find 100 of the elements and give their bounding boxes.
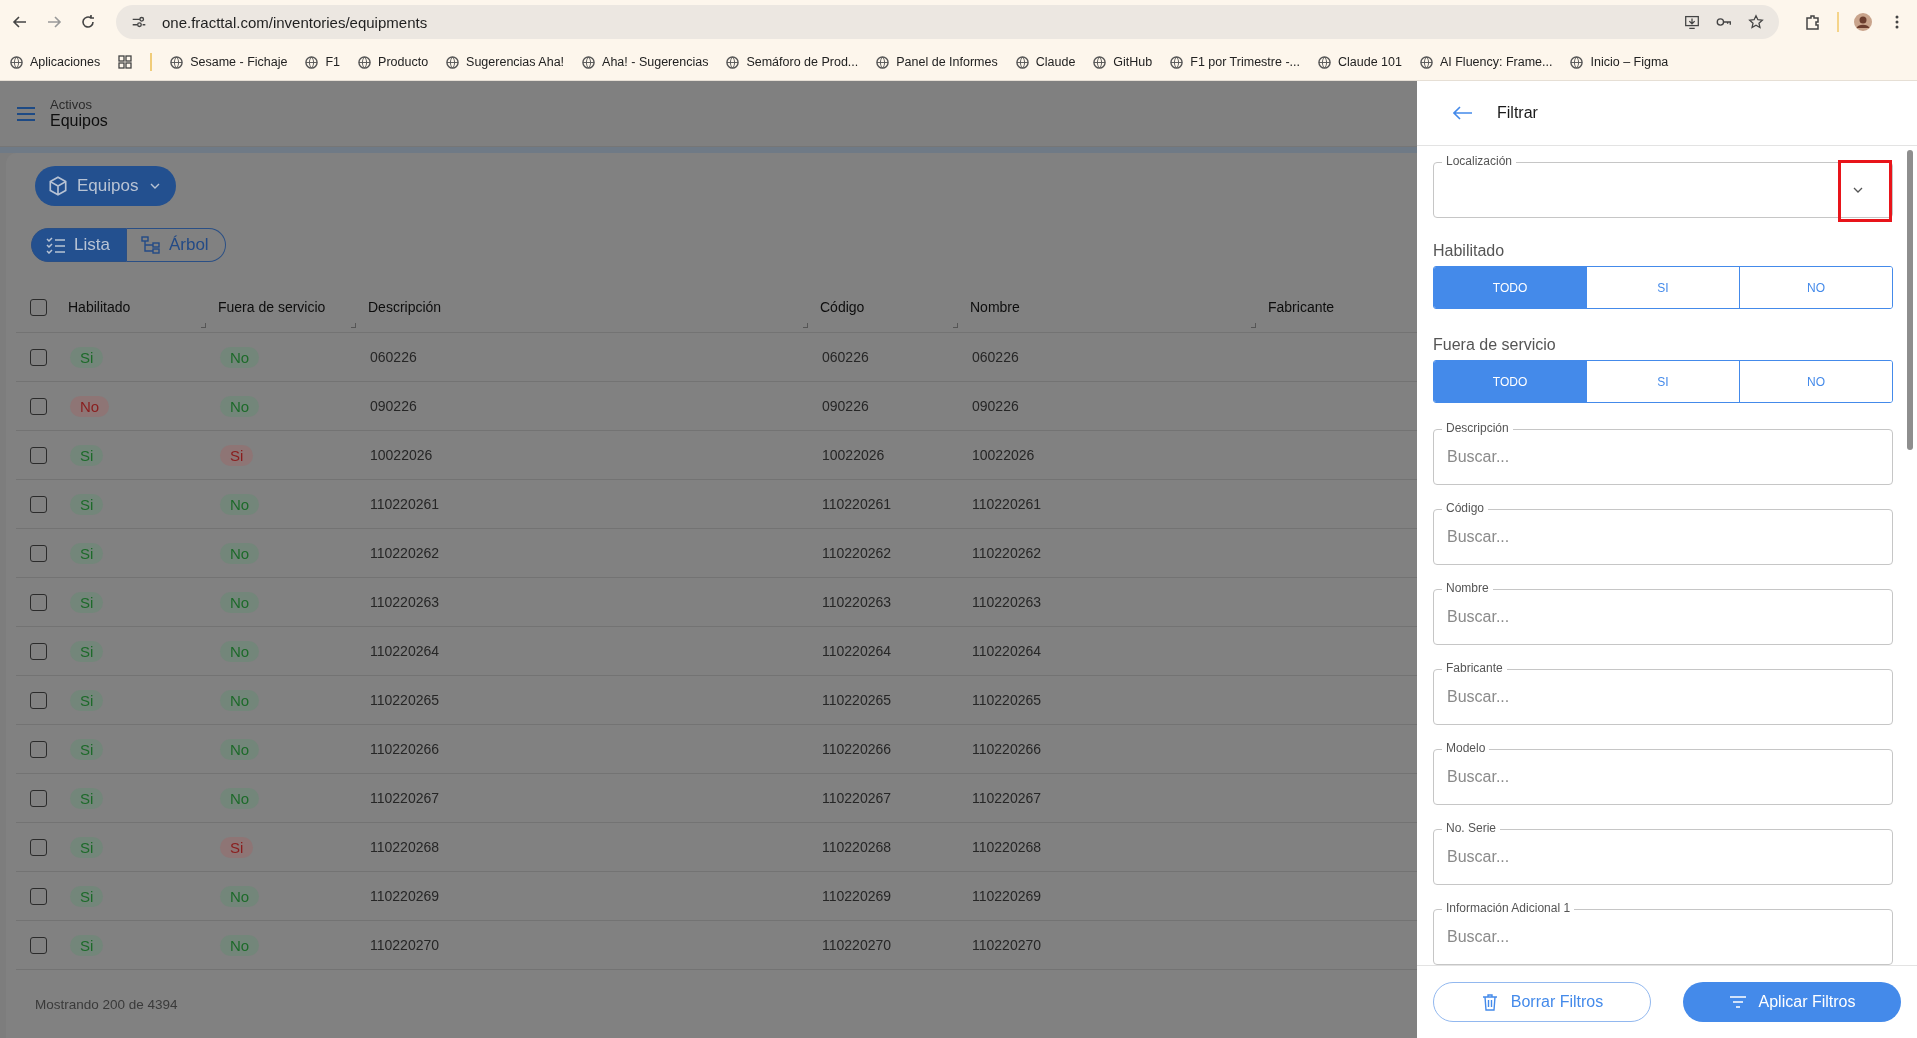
- apply-filters-button[interactable]: Aplicar Filtros: [1683, 982, 1901, 1022]
- table-cell: 110220266: [370, 741, 440, 757]
- segment-button[interactable]: TODO: [1434, 267, 1586, 308]
- table-cell: 110220267: [972, 790, 1042, 806]
- globe-icon: [1170, 55, 1184, 69]
- tree-icon: [140, 236, 161, 254]
- bookmark[interactable]: Semáforo de Prod...: [726, 55, 859, 69]
- star-icon[interactable]: [1747, 13, 1765, 31]
- bookmark[interactable]: Claude: [1015, 55, 1076, 69]
- filter-label: Habilitado: [1433, 242, 1506, 260]
- cube-icon: [47, 175, 69, 197]
- row-checkbox[interactable]: [30, 495, 47, 513]
- chevron-icon[interactable]: [1853, 187, 1863, 193]
- status-chip: Si: [70, 836, 104, 858]
- bookmark[interactable]: F1 por Trimestre -...: [1170, 55, 1300, 69]
- row-checkbox[interactable]: [30, 838, 47, 856]
- segment-button[interactable]: TODO: [1434, 361, 1586, 402]
- table-cell: 110220270: [972, 937, 1042, 953]
- table-cell: 110220261: [972, 496, 1042, 512]
- resize-handle-icon[interactable]: [1251, 323, 1256, 328]
- scrollbar[interactable]: [1907, 150, 1913, 450]
- row-checkbox[interactable]: [30, 593, 47, 611]
- column-header[interactable]: Descripción: [368, 299, 442, 315]
- table-cell: 090226: [370, 398, 417, 414]
- row-checkbox[interactable]: [30, 789, 47, 807]
- status-chip: Si: [220, 836, 254, 858]
- bookmark[interactable]: Sugerencias Aha!: [446, 55, 565, 69]
- status-chip: Si: [70, 346, 104, 368]
- resize-handle-icon[interactable]: [351, 323, 356, 328]
- table-cell: 110220267: [370, 790, 440, 806]
- column-header[interactable]: Fabricante: [1268, 299, 1335, 315]
- table-cell: 110220268: [822, 839, 892, 855]
- bookmark[interactable]: Claude 101: [1318, 55, 1402, 69]
- column-header[interactable]: Fuera de servicio: [218, 299, 326, 315]
- resize-handle-icon[interactable]: [803, 323, 808, 328]
- view-tab[interactable]: Lista: [31, 228, 127, 262]
- table-cell: 110220264: [972, 643, 1042, 659]
- back-arrow-icon[interactable]: [1453, 106, 1473, 120]
- status-chip: No: [220, 346, 260, 368]
- row-checkbox[interactable]: [30, 397, 47, 415]
- address-bar[interactable]: one.fracttal.com/inventories/equipments: [116, 5, 1779, 39]
- globe-icon: [1093, 55, 1107, 69]
- bookmark[interactable]: GitHub: [1093, 55, 1153, 69]
- bookmark[interactable]: AI Fluency: Frame...: [1419, 55, 1553, 69]
- segment-button[interactable]: NO: [1739, 361, 1892, 402]
- row-checkbox[interactable]: [30, 446, 47, 464]
- status-chip: Si: [70, 738, 104, 760]
- table-cell: 110220261: [370, 496, 440, 512]
- bookmark[interactable]: Aplicaciones: [10, 55, 101, 69]
- column-header[interactable]: Habilitado: [68, 299, 131, 315]
- table-cell: 110220265: [822, 692, 892, 708]
- status-chip: No: [220, 493, 260, 515]
- globe-icon: [1570, 55, 1584, 69]
- row-checkbox[interactable]: [30, 348, 47, 366]
- resize-handle-icon[interactable]: [201, 323, 206, 328]
- row-checkbox[interactable]: [30, 936, 47, 954]
- table-cell: 110220265: [370, 692, 440, 708]
- table-cell: 110220262: [822, 545, 892, 561]
- row-checkbox[interactable]: [30, 887, 47, 905]
- bookmark[interactable]: Sesame - Fichaje: [170, 55, 288, 69]
- globe-icon: [358, 55, 372, 69]
- row-checkbox[interactable]: [30, 740, 47, 758]
- trash-icon: [1480, 993, 1499, 1011]
- tab-groups-icon[interactable]: [118, 55, 133, 69]
- bookmark[interactable]: Aha! - Sugerencias: [582, 55, 709, 69]
- bookmark[interactable]: Producto: [358, 55, 429, 69]
- install-icon[interactable]: [1683, 13, 1701, 31]
- highlight-frame: [1838, 160, 1892, 222]
- caret-icon: [150, 183, 161, 189]
- globe-icon: [10, 55, 23, 69]
- row-checkbox[interactable]: [30, 691, 47, 709]
- table-cell: 110220267: [822, 790, 892, 806]
- table-cell: 060226: [972, 349, 1019, 365]
- table-cell: 060226: [370, 349, 417, 365]
- filter-icon: [1728, 993, 1747, 1011]
- globe-icon: [726, 55, 740, 69]
- table-cell: 110220269: [822, 888, 892, 904]
- select-all-checkbox[interactable]: [30, 298, 47, 316]
- entity-dropdown[interactable]: Equipos: [35, 166, 177, 206]
- filter-label: Fuera de servicio: [1433, 336, 1557, 354]
- column-header[interactable]: Código: [820, 299, 865, 315]
- table-cell: 110220263: [972, 594, 1042, 610]
- table-cell: 110220270: [822, 937, 892, 953]
- table-cell: 110220262: [370, 545, 440, 561]
- table-cell: 110220266: [822, 741, 892, 757]
- row-checkbox[interactable]: [30, 642, 47, 660]
- table-cell: 090226: [972, 398, 1019, 414]
- avatar-icon[interactable]: [1853, 12, 1873, 32]
- status-chip: No: [220, 689, 260, 711]
- row-checkbox[interactable]: [30, 544, 47, 562]
- bookmark[interactable]: F1: [305, 55, 341, 69]
- bookmark[interactable]: Panel de Informes: [876, 55, 998, 69]
- status-chip: Si: [70, 934, 104, 956]
- breadcrumb[interactable]: Activos: [50, 97, 108, 112]
- segment-button[interactable]: NO: [1739, 267, 1892, 308]
- column-header[interactable]: Nombre: [970, 299, 1020, 315]
- bookmark[interactable]: Inicio – Figma: [1570, 55, 1669, 69]
- table-cell: 110220264: [370, 643, 440, 659]
- clear-filters-button[interactable]: Borrar Filtros: [1433, 982, 1651, 1022]
- resize-handle-icon[interactable]: [953, 323, 958, 328]
